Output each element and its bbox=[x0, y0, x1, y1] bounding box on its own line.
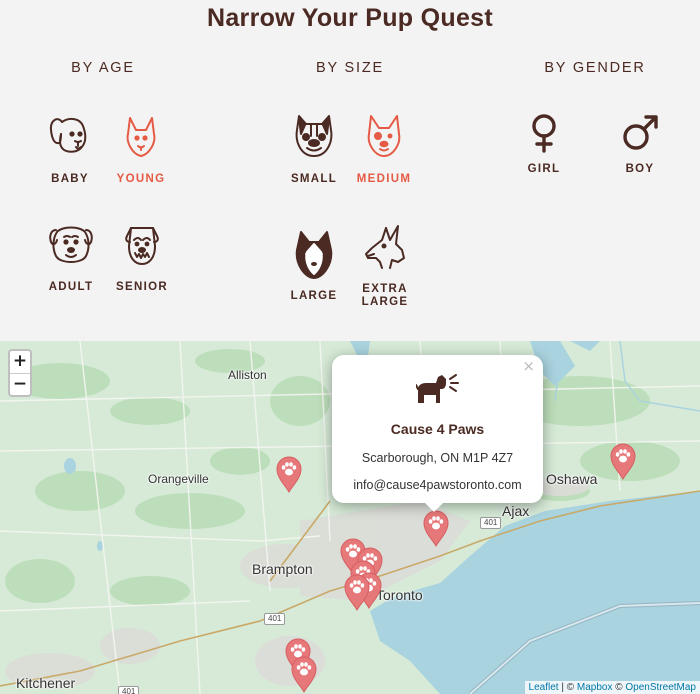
map-attribution: Leaflet | © Mapbox © OpenStreetMap bbox=[524, 681, 700, 694]
map-marker-paw[interactable] bbox=[422, 509, 450, 547]
filter-size-extra-large[interactable]: EXTRA LARGE bbox=[354, 222, 416, 309]
size-group-title: BY SIZE bbox=[316, 60, 384, 76]
page-title: Narrow Your Pup Quest bbox=[207, 4, 493, 32]
place-kitchener: Kitchener bbox=[16, 675, 76, 691]
road-shield: 401 bbox=[480, 517, 502, 529]
road-shield: 401 bbox=[118, 686, 140, 694]
gender-group-title: BY GENDER bbox=[544, 60, 646, 76]
filter-panel: Narrow Your Pup Quest BY AGE BY SIZE BY … bbox=[0, 0, 700, 341]
filter-label: SENIOR bbox=[116, 281, 168, 293]
popup-address: Scarborough, ON M1P 4Z7 bbox=[361, 451, 514, 465]
attribution-separator: © bbox=[612, 682, 626, 693]
map-marker-paw[interactable] bbox=[609, 442, 637, 480]
male-symbol-icon bbox=[623, 115, 658, 150]
filter-gender-girl[interactable]: GIRL bbox=[518, 112, 570, 176]
place-toronto: Toronto bbox=[376, 587, 423, 603]
zoom-control: + − bbox=[8, 349, 32, 397]
road-shield: 401 bbox=[264, 613, 286, 625]
map-marker-paw[interactable] bbox=[275, 455, 303, 493]
filter-age-senior[interactable]: SENIOR bbox=[112, 222, 172, 294]
adult-dog-icon bbox=[49, 226, 93, 263]
filter-label: LARGE bbox=[361, 296, 409, 308]
filter-label: SMALL bbox=[290, 173, 338, 185]
young-dog-icon bbox=[126, 117, 156, 157]
filter-label: ADULT bbox=[48, 281, 94, 293]
place-alliston: Alliston bbox=[228, 368, 267, 382]
popup-close-button[interactable]: × bbox=[522, 357, 535, 375]
zoom-in-button[interactable]: + bbox=[10, 351, 30, 373]
filter-gender-boy[interactable]: BOY bbox=[614, 112, 666, 176]
filter-size-medium[interactable]: MEDIUM bbox=[354, 112, 414, 186]
filter-age-young[interactable]: YOUNG bbox=[110, 112, 172, 186]
filter-size-small[interactable]: SMALL bbox=[284, 112, 344, 186]
filter-age-adult[interactable]: ADULT bbox=[42, 222, 100, 294]
senior-dog-icon bbox=[125, 227, 159, 265]
extra-large-dog-icon bbox=[365, 225, 405, 269]
map-popup: × Cause 4 Paws Scarborough, ON M1P 4Z7 i… bbox=[332, 355, 543, 512]
place-brampton: Brampton bbox=[252, 561, 313, 577]
filter-label: BABY bbox=[51, 173, 89, 185]
filter-age-baby[interactable]: BABY bbox=[42, 112, 98, 186]
age-group-title: BY AGE bbox=[71, 60, 135, 76]
mapbox-link[interactable]: Mapbox bbox=[577, 682, 613, 693]
place-orangeville: Orangeville bbox=[148, 472, 209, 486]
dog-barking-icon bbox=[416, 374, 459, 403]
attribution-separator: | © bbox=[558, 682, 577, 693]
popup-email[interactable]: info@cause4pawstoronto.com bbox=[332, 478, 543, 492]
zoom-out-button[interactable]: − bbox=[10, 373, 30, 395]
leaflet-link[interactable]: Leaflet bbox=[529, 682, 559, 693]
place-oshawa: Oshawa bbox=[546, 471, 598, 487]
map-marker-paw[interactable] bbox=[290, 655, 318, 693]
place-ajax: Ajax bbox=[502, 503, 530, 519]
filter-label: LARGE bbox=[290, 290, 338, 302]
filter-label: MEDIUM bbox=[356, 173, 412, 185]
filter-label: GIRL bbox=[527, 163, 561, 175]
filter-label: YOUNG bbox=[116, 173, 166, 185]
filter-label: BOY bbox=[625, 163, 655, 175]
filter-size-large[interactable]: LARGE bbox=[284, 228, 344, 303]
map-marker-paw[interactable] bbox=[343, 573, 371, 611]
small-dog-icon bbox=[295, 115, 333, 157]
filter-label: EXTRA bbox=[362, 283, 408, 295]
medium-dog-icon bbox=[367, 115, 401, 157]
female-symbol-icon bbox=[532, 114, 556, 153]
popup-shelter-name: Cause 4 Paws bbox=[390, 421, 485, 437]
large-dog-icon bbox=[295, 231, 333, 279]
openstreetmap-link[interactable]: OpenStreetMap bbox=[625, 682, 696, 693]
baby-dog-icon bbox=[49, 117, 87, 153]
